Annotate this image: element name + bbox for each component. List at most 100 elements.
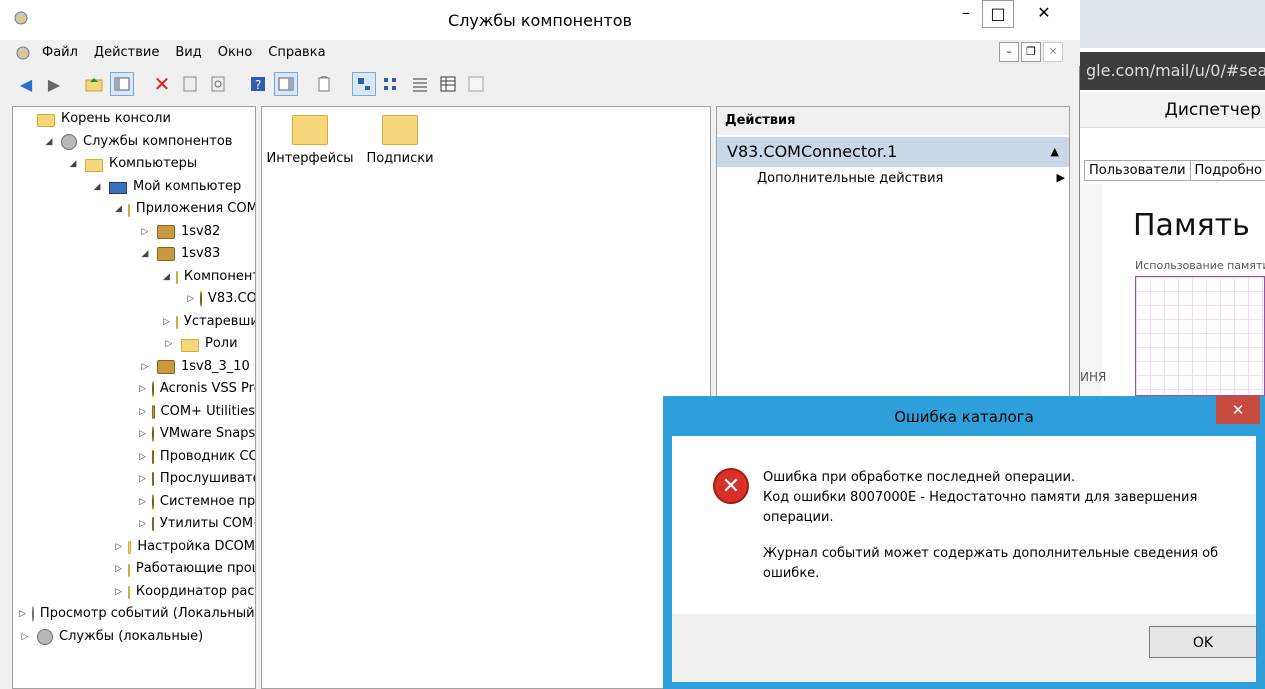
tree-node[interactable]: ◢ Приложения COM+ (115, 198, 255, 220)
mdi-restore-button[interactable]: ❐ (1021, 42, 1041, 62)
collapsed-arrow-icon[interactable]: ▷ (163, 333, 175, 355)
actions-selected-section[interactable]: V83.COMConnector.1 ▲ (717, 137, 1069, 167)
menu-file[interactable]: Файл (34, 40, 86, 66)
collapsed-arrow-icon[interactable]: ▷ (139, 423, 146, 445)
ok-button[interactable]: OK (1149, 626, 1257, 658)
collapsed-arrow-icon[interactable]: ▷ (19, 603, 26, 625)
tree-node[interactable]: ▷ Просмотр событий (Локальный) (19, 603, 255, 625)
minimize-button[interactable]: – (950, 0, 982, 28)
expanded-arrow-icon[interactable]: ◢ (139, 243, 151, 265)
collapsed-arrow-icon[interactable]: ▷ (115, 558, 122, 580)
tree-node[interactable]: ▷ 1sv8_3_10 (139, 356, 255, 378)
console-icon[interactable] (14, 44, 32, 62)
mdi-minimize-button[interactable]: – (999, 42, 1019, 62)
tree-node[interactable]: ▷ Службы (локальные) (19, 626, 255, 648)
tree-node-label: Мой компьютер (133, 178, 242, 194)
folder-item-label: Подписки (366, 151, 434, 166)
back-arrow-icon[interactable]: ◀ (14, 72, 38, 96)
tree-node-label: Службы (локальные) (59, 628, 204, 644)
tree-node[interactable]: ◢ Мой компьютер (91, 176, 255, 198)
help-icon[interactable]: ? (246, 72, 270, 96)
collapsed-arrow-icon[interactable]: ▷ (139, 468, 146, 490)
small-icons-view-icon[interactable] (380, 72, 404, 96)
tree-node[interactable]: ▷ Прослушиватель (139, 468, 255, 490)
menu-view[interactable]: Вид (167, 40, 209, 66)
folder-item-subscriptions[interactable]: Подписки (350, 115, 450, 166)
collapsed-arrow-icon[interactable]: ▷ (139, 513, 146, 535)
folder-item-interfaces[interactable]: Интерфейсы (260, 115, 360, 166)
expanded-arrow-icon[interactable]: ◢ (91, 176, 103, 198)
expanded-arrow-icon[interactable]: ◢ (115, 198, 122, 220)
tree-node[interactable]: ▷ 1sv82 (139, 221, 255, 243)
refresh-icon[interactable] (206, 72, 230, 96)
list-view-icon[interactable] (408, 72, 432, 96)
tree-node[interactable]: ▷ Утилиты COM+ (139, 513, 255, 535)
error-message-hint: Журнал событий может содержать дополните… (763, 546, 1219, 581)
expanded-arrow-icon[interactable]: ◢ (43, 131, 55, 153)
maximize-button[interactable]: □ (982, 0, 1014, 28)
tree-node[interactable]: ▷ Работающие процессы (115, 558, 255, 580)
tree-node[interactable]: ◢ 1sv83 (139, 243, 255, 265)
collapsed-arrow-icon[interactable]: ▷ (139, 378, 146, 400)
tree-node[interactable]: ▷ Acronis VSS Provider (139, 378, 255, 400)
show-hide-tree-icon[interactable] (110, 72, 134, 96)
expanded-arrow-icon[interactable]: ◢ (163, 266, 170, 288)
menu-help[interactable]: Справка (260, 40, 333, 66)
collapsed-arrow-icon[interactable]: ▷ (139, 491, 146, 513)
tree-node[interactable]: ▷ Проводник COM+ (139, 446, 255, 468)
collapsed-arrow-icon[interactable]: ▷ (163, 311, 170, 333)
expanded-arrow-icon[interactable]: ◢ (67, 153, 79, 175)
tree-node[interactable]: ▷ Роли (163, 333, 255, 355)
collapsed-arrow-icon[interactable]: ▷ (19, 626, 31, 648)
collapsed-arrow-icon[interactable]: ▷ (139, 356, 151, 378)
tree-node[interactable]: ▷ Устаревшие компоненты (163, 311, 255, 333)
folder-icon (382, 115, 418, 145)
tree-node-label: Утилиты COM+ (159, 516, 255, 531)
collapsed-arrow-icon[interactable]: ▷ (139, 446, 146, 468)
background-url-bar[interactable]: gle.com/mail/u/0/#search (1080, 52, 1265, 90)
tree-node-label: Компоненты (183, 268, 255, 284)
component-icon (199, 291, 202, 307)
collapsed-arrow-icon[interactable]: ▷ (115, 536, 122, 558)
collapsed-arrow-icon[interactable]: ▷ (139, 221, 151, 243)
properties-icon[interactable] (178, 72, 202, 96)
dialog-message: Ошибка при обработке последней операции.… (763, 468, 1243, 600)
delete-icon[interactable]: ✕ (150, 72, 174, 96)
close-button[interactable]: ✕ (1016, 0, 1072, 28)
tree-node[interactable]: Корень консоли (19, 108, 255, 130)
large-icons-view-icon[interactable] (352, 72, 376, 96)
mdi-close-button[interactable]: ✕ (1043, 42, 1063, 62)
tree-node-label: Роли (205, 336, 238, 351)
computer-icon (109, 181, 127, 194)
tree-node-label: Acronis VSS Provider (159, 381, 255, 396)
background-tab-users[interactable]: Пользователи (1084, 160, 1191, 181)
collapsed-arrow-icon[interactable]: ▷ (187, 288, 194, 310)
tree-node-label: Устаревшие компоненты (183, 313, 255, 329)
forward-arrow-icon[interactable]: ▶ (42, 72, 66, 96)
background-tab-details[interactable]: Подробно (1189, 160, 1265, 181)
menu-action[interactable]: Действие (86, 40, 167, 66)
window-title: Службы компонентов (448, 11, 632, 30)
more-actions-item[interactable]: Дополнительные действия ▶ (757, 171, 1065, 186)
tree-node-label: VMware Snapshot Provider (159, 426, 255, 441)
tree-node[interactable]: ▷ Системное приложение (139, 491, 255, 513)
show-hide-action-pane-icon[interactable] (274, 72, 298, 96)
dialog-close-button[interactable]: ✕ (1216, 396, 1260, 424)
details-view-icon[interactable] (436, 72, 460, 96)
tree-node[interactable]: ▷ Настройка DCOM (115, 536, 255, 558)
collapsed-arrow-icon[interactable]: ▷ (139, 401, 146, 423)
tree-node[interactable]: ◢ Компоненты (163, 266, 255, 288)
tree-node[interactable]: ▷ V83.COMConnector.1 (187, 288, 255, 310)
gear-icon (61, 133, 77, 150)
tree-node[interactable]: ▷ Координатор распределенных транзакций (115, 581, 255, 603)
export-list-icon[interactable] (312, 72, 336, 96)
tree-node[interactable]: ◢ Компьютеры (67, 153, 255, 175)
collapse-arrow-icon[interactable]: ▲ (1051, 137, 1059, 167)
tree-node[interactable]: ◢ Службы компонентов (43, 131, 255, 153)
menu-window[interactable]: Окно (210, 40, 261, 66)
collapsed-arrow-icon[interactable]: ▷ (115, 581, 122, 603)
up-folder-icon[interactable] (82, 72, 106, 96)
tree-node[interactable]: ▷ VMware Snapshot Provider (139, 423, 255, 445)
error-icon: ✕ (713, 468, 749, 504)
tree-node[interactable]: ▷ COM+ Utilities (139, 401, 255, 423)
